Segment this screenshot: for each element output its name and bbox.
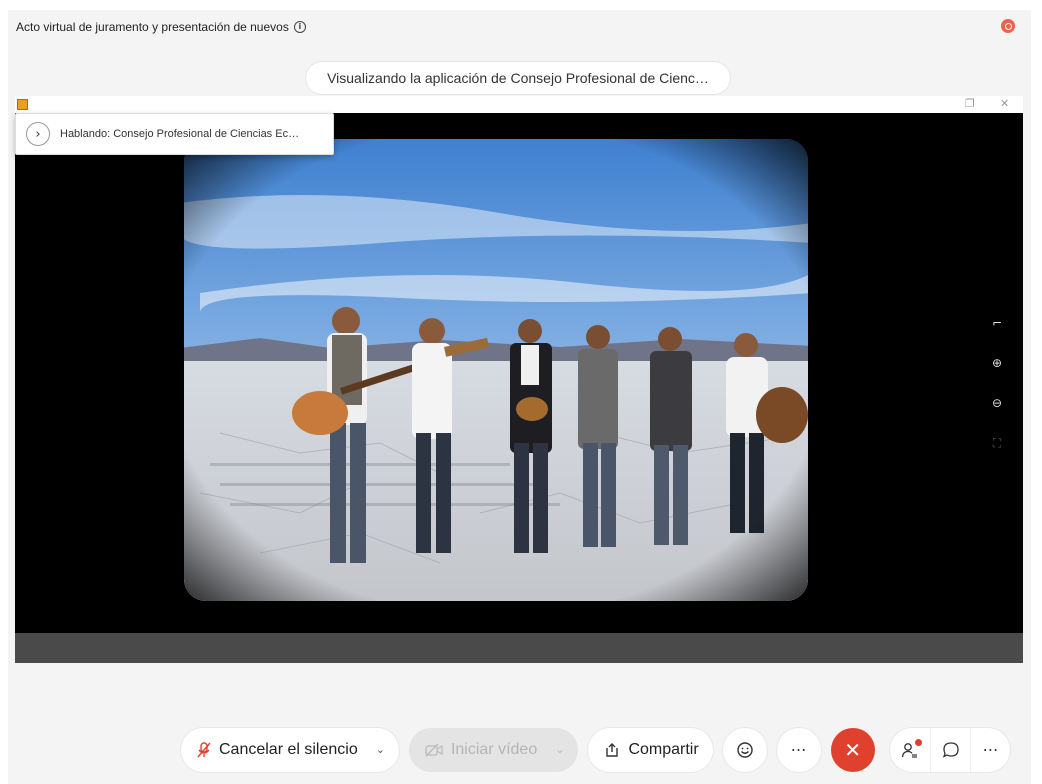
speaker-indicator: › Hablando: Consejo Profesional de Cienc… — [15, 113, 334, 155]
panel-button-group: ⋯ — [890, 727, 1010, 772]
shared-screen: ❐ ✕ ⌐ ⊕ ⊖ ⛶ › Hablando: Consejo Profesio… — [15, 96, 1023, 663]
start-video-label: Iniciar vídeo — [450, 740, 538, 758]
speaker-label: Hablando: Consejo Profesional de Ciencia… — [60, 128, 300, 140]
zoom-in-icon[interactable]: ⊕ — [987, 353, 1007, 373]
reactions-button[interactable] — [722, 727, 767, 772]
meeting-controls: Cancelar el silencio ⌄ Iniciar vídeo ⌄ C… — [181, 727, 875, 772]
shared-window-statusbar — [15, 633, 1023, 663]
meeting-window: Acto virtual de juramento y presentación… — [8, 10, 1031, 784]
close-icon: ✕ — [844, 737, 862, 762]
shared-view-tools: ⌐ ⊕ ⊖ ⛶ — [987, 313, 1007, 453]
collapse-icon[interactable]: ⌐ — [987, 313, 1007, 333]
panel-controls: ⋯ — [890, 727, 1010, 772]
share-icon — [606, 742, 619, 757]
meeting-title-bar: Acto virtual de juramento y presentación… — [16, 18, 306, 36]
chevron-down-icon[interactable]: ⌄ — [555, 743, 564, 756]
viewing-banner-text: Visualizando la aplicación de Consejo Pr… — [327, 70, 709, 86]
more-options-button[interactable]: ⋯ — [776, 727, 821, 772]
chevron-down-icon[interactable]: ⌄ — [376, 743, 385, 756]
video-off-icon — [425, 743, 443, 756]
zoom-out-icon[interactable]: ⊖ — [987, 393, 1007, 413]
viewing-banner[interactable]: Visualizando la aplicación de Consejo Pr… — [306, 62, 730, 94]
end-meeting-button[interactable]: ✕ — [830, 727, 875, 772]
more-panels-button[interactable]: ⋯ — [970, 727, 1010, 772]
window-close-icon: ✕ — [1000, 97, 1010, 110]
unmute-label: Cancelar el silencio — [219, 740, 358, 758]
smiley-icon — [736, 741, 753, 758]
participants-button[interactable] — [890, 728, 930, 772]
share-label: Compartir — [628, 740, 699, 758]
shared-window-titlebar: ❐ ✕ — [15, 96, 1023, 113]
video-frame-image — [184, 139, 808, 601]
start-video-button[interactable]: Iniciar vídeo ⌄ — [408, 727, 579, 772]
more-icon: ⋯ — [982, 740, 999, 759]
share-button[interactable]: Compartir — [588, 727, 713, 772]
chat-button[interactable] — [930, 727, 970, 772]
fit-screen-icon[interactable]: ⛶ — [987, 433, 1007, 453]
mic-muted-icon — [197, 741, 211, 757]
chevron-right-icon[interactable]: › — [26, 122, 50, 146]
meeting-title: Acto virtual de juramento y presentación… — [16, 20, 289, 34]
more-icon: ⋯ — [790, 740, 807, 759]
shared-video: ⌐ ⊕ ⊖ ⛶ — [15, 113, 1023, 633]
recording-icon[interactable] — [1001, 19, 1015, 33]
unmute-button[interactable]: Cancelar el silencio ⌄ — [181, 727, 399, 772]
restore-icon: ❐ — [965, 97, 975, 110]
chat-icon — [942, 741, 959, 758]
notification-badge — [915, 738, 922, 746]
shared-app-icon — [17, 99, 28, 110]
info-icon[interactable]: i — [293, 21, 306, 33]
